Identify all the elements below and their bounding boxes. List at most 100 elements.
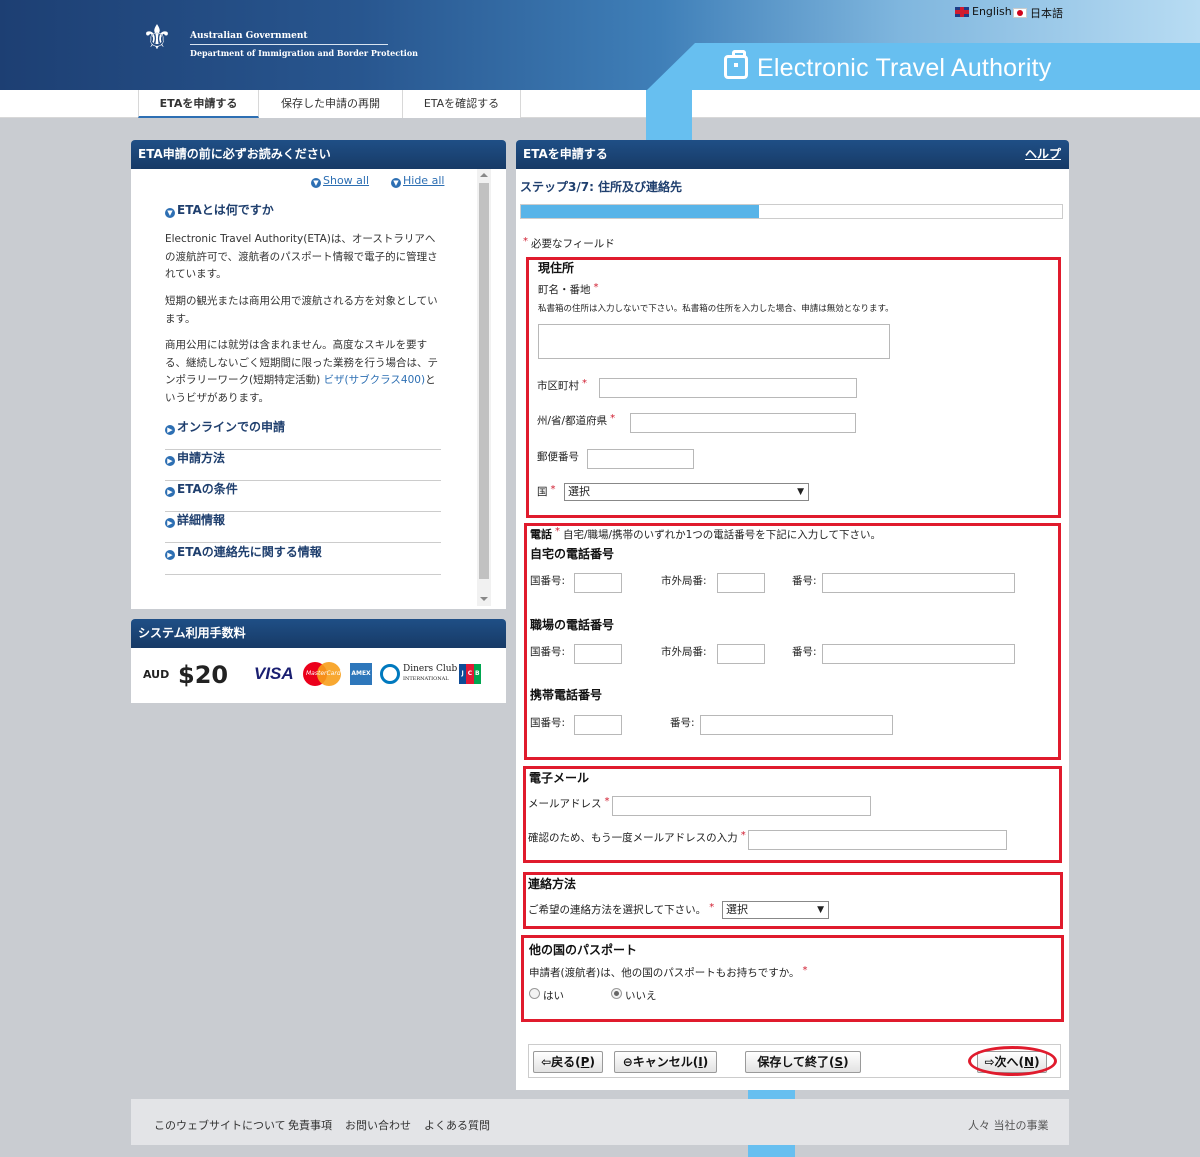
required-mark: * xyxy=(523,236,528,247)
gov-divider xyxy=(190,44,388,45)
accordion-contact-info[interactable]: ▶ ETAの連絡先に関する情報 xyxy=(165,544,441,575)
briefcase-icon xyxy=(724,50,748,79)
work-phone-title: 職場の電話番号 xyxy=(530,618,615,632)
diners-club-logo: Diners Club INTERNATIONAL xyxy=(380,664,457,684)
form-panel-title: ETAを申請する ヘルプ xyxy=(516,140,1069,169)
contact-method-select[interactable]: 選択 ▼ xyxy=(722,901,829,919)
email-confirm-input[interactable] xyxy=(748,830,1007,850)
footer-disclaimer-link[interactable]: 免責事項 xyxy=(288,1117,332,1133)
required-mark: * xyxy=(740,830,746,841)
address-title: 現住所 xyxy=(538,261,575,275)
other-passport-question-text: 申請者(渡航者)は、他の国のパスポートもお持ちですか。 xyxy=(529,967,800,979)
country-select[interactable]: 選択 ▼ xyxy=(564,483,809,501)
home-number-input[interactable] xyxy=(822,573,1015,593)
diners-club-icon xyxy=(380,664,400,684)
footer-faq-link[interactable]: よくある質問 xyxy=(424,1117,490,1133)
chevron-right-icon: ▶ xyxy=(165,518,175,528)
collapse-icon: ▼ xyxy=(391,178,401,188)
cancel-close-paren: ) xyxy=(702,1055,709,1069)
email-title: 電子メール xyxy=(529,771,590,785)
expand-icon: ▼ xyxy=(311,178,321,188)
help-link[interactable]: ヘルプ xyxy=(1025,140,1061,169)
visa-subclass-400-link[interactable]: ビザ(サブクラス400) xyxy=(324,374,426,386)
accordion-how-to-apply[interactable]: ▶ 申請方法 xyxy=(165,450,441,481)
passport-yes-radio[interactable] xyxy=(529,988,540,999)
show-all-label: Show all xyxy=(323,174,370,187)
mobile-country-code-input[interactable] xyxy=(574,715,622,735)
about-eta-heading[interactable]: ▼ ETAとは何ですか xyxy=(165,201,274,218)
info-panel-scrollbar[interactable] xyxy=(477,169,491,606)
diners-club-name: Diners Club xyxy=(403,663,458,674)
mobile-number-label: 番号: xyxy=(670,717,695,729)
scroll-up-icon[interactable] xyxy=(480,173,488,177)
language-japanese-link[interactable]: 日本語 xyxy=(1013,5,1063,21)
about-eta-title: ETAとは何ですか xyxy=(177,203,274,217)
save-and-exit-button[interactable]: 保存して終了(S) xyxy=(745,1051,861,1073)
email-address-label-text: メールアドレス xyxy=(528,798,602,810)
accordion-details[interactable]: ▶ 詳細情報 xyxy=(165,512,441,543)
back-button[interactable]: ⇦戻る(P) xyxy=(533,1051,603,1073)
accordion-eta-conditions[interactable]: ▶ ETAの条件 xyxy=(165,481,441,512)
tab-apply-eta[interactable]: ETAを申請する xyxy=(138,90,259,118)
chevron-right-icon: ▶ xyxy=(165,456,175,466)
chevron-right-icon: ▶ xyxy=(165,487,175,497)
form-panel-title-text: ETAを申請する xyxy=(523,147,608,161)
phone-title: 電話 xyxy=(530,528,552,541)
passport-no-label[interactable]: いいえ xyxy=(625,988,657,1003)
passport-no-radio[interactable] xyxy=(611,988,622,999)
street-input[interactable] xyxy=(538,324,890,359)
mastercard-logo: MasterCard xyxy=(303,662,341,686)
footer-about-link[interactable]: このウェブサイトについて xyxy=(154,1117,286,1133)
footer-people-business-link[interactable]: 人々 当社の事業 xyxy=(968,1117,1049,1133)
save-accesskey: S xyxy=(834,1055,844,1069)
jcb-letter-c: C xyxy=(466,664,474,684)
jcb-letter-b: B xyxy=(473,664,481,684)
work-area-code-label: 市外局番: xyxy=(661,646,707,658)
required-mark: * xyxy=(610,413,616,424)
mobile-number-input[interactable] xyxy=(700,715,893,735)
home-phone-title: 自宅の電話番号 xyxy=(530,547,615,561)
required-mark: * xyxy=(582,378,587,389)
footer-contact-link[interactable]: お問い合わせ xyxy=(345,1117,411,1133)
street-label: 町名・番地 * xyxy=(538,282,602,297)
work-country-code-input[interactable] xyxy=(574,644,622,664)
hide-all-label: Hide all xyxy=(403,174,445,187)
scroll-down-icon[interactable] xyxy=(480,597,488,601)
home-area-code-input[interactable] xyxy=(717,573,765,593)
required-mark: * xyxy=(555,526,560,537)
fee-currency: AUD xyxy=(143,668,170,681)
home-country-code-input[interactable] xyxy=(574,573,622,593)
tab-check-eta[interactable]: ETAを確認する xyxy=(403,90,521,118)
cancel-icon: ⊖ xyxy=(622,1055,633,1069)
city-label-text: 市区町村 xyxy=(537,380,579,392)
japan-flag-icon xyxy=(1013,8,1027,18)
required-mark: * xyxy=(802,965,808,976)
cancel-button[interactable]: ⊖キャンセル(I) xyxy=(614,1051,717,1073)
required-mark: * xyxy=(604,796,610,807)
state-label: 州/省/都道府県 * xyxy=(537,413,618,428)
accordion-online-application[interactable]: ▶ オンラインでの申請 xyxy=(165,419,441,450)
scrollbar-thumb[interactable] xyxy=(479,183,489,579)
visa-logo: VISA xyxy=(254,664,294,683)
contact-method-prompt: ご希望の連絡方法を選択して下さい。 * xyxy=(528,902,717,917)
city-input[interactable] xyxy=(599,378,857,398)
work-area-code-input[interactable] xyxy=(717,644,765,664)
tab-resume-saved[interactable]: 保存した申請の再開 xyxy=(259,90,403,118)
contact-method-value: 選択 xyxy=(726,903,748,916)
postcode-input[interactable] xyxy=(587,449,694,469)
chevron-down-icon: ▼ xyxy=(165,208,175,218)
language-english-link[interactable]: English xyxy=(955,5,1012,18)
diners-club-text: Diners Club INTERNATIONAL xyxy=(403,663,458,684)
email-input[interactable] xyxy=(612,796,871,816)
fee-panel-title: システム利用手数料 xyxy=(131,619,506,648)
country-select-value: 選択 xyxy=(568,485,590,498)
show-all-link[interactable]: ▼ Show all xyxy=(311,174,369,188)
banner-slant xyxy=(647,43,695,90)
phone-note: 自宅/職場/携帯のいずれか1つの電話番号を下記に入力して下さい。 xyxy=(563,529,881,541)
state-input[interactable] xyxy=(630,413,856,433)
language-japanese-label: 日本語 xyxy=(1030,7,1063,20)
passport-yes-label[interactable]: はい xyxy=(543,988,564,1003)
required-mark: * xyxy=(593,282,599,293)
hide-all-link[interactable]: ▼ Hide all xyxy=(391,174,444,188)
work-number-input[interactable] xyxy=(822,644,1015,664)
